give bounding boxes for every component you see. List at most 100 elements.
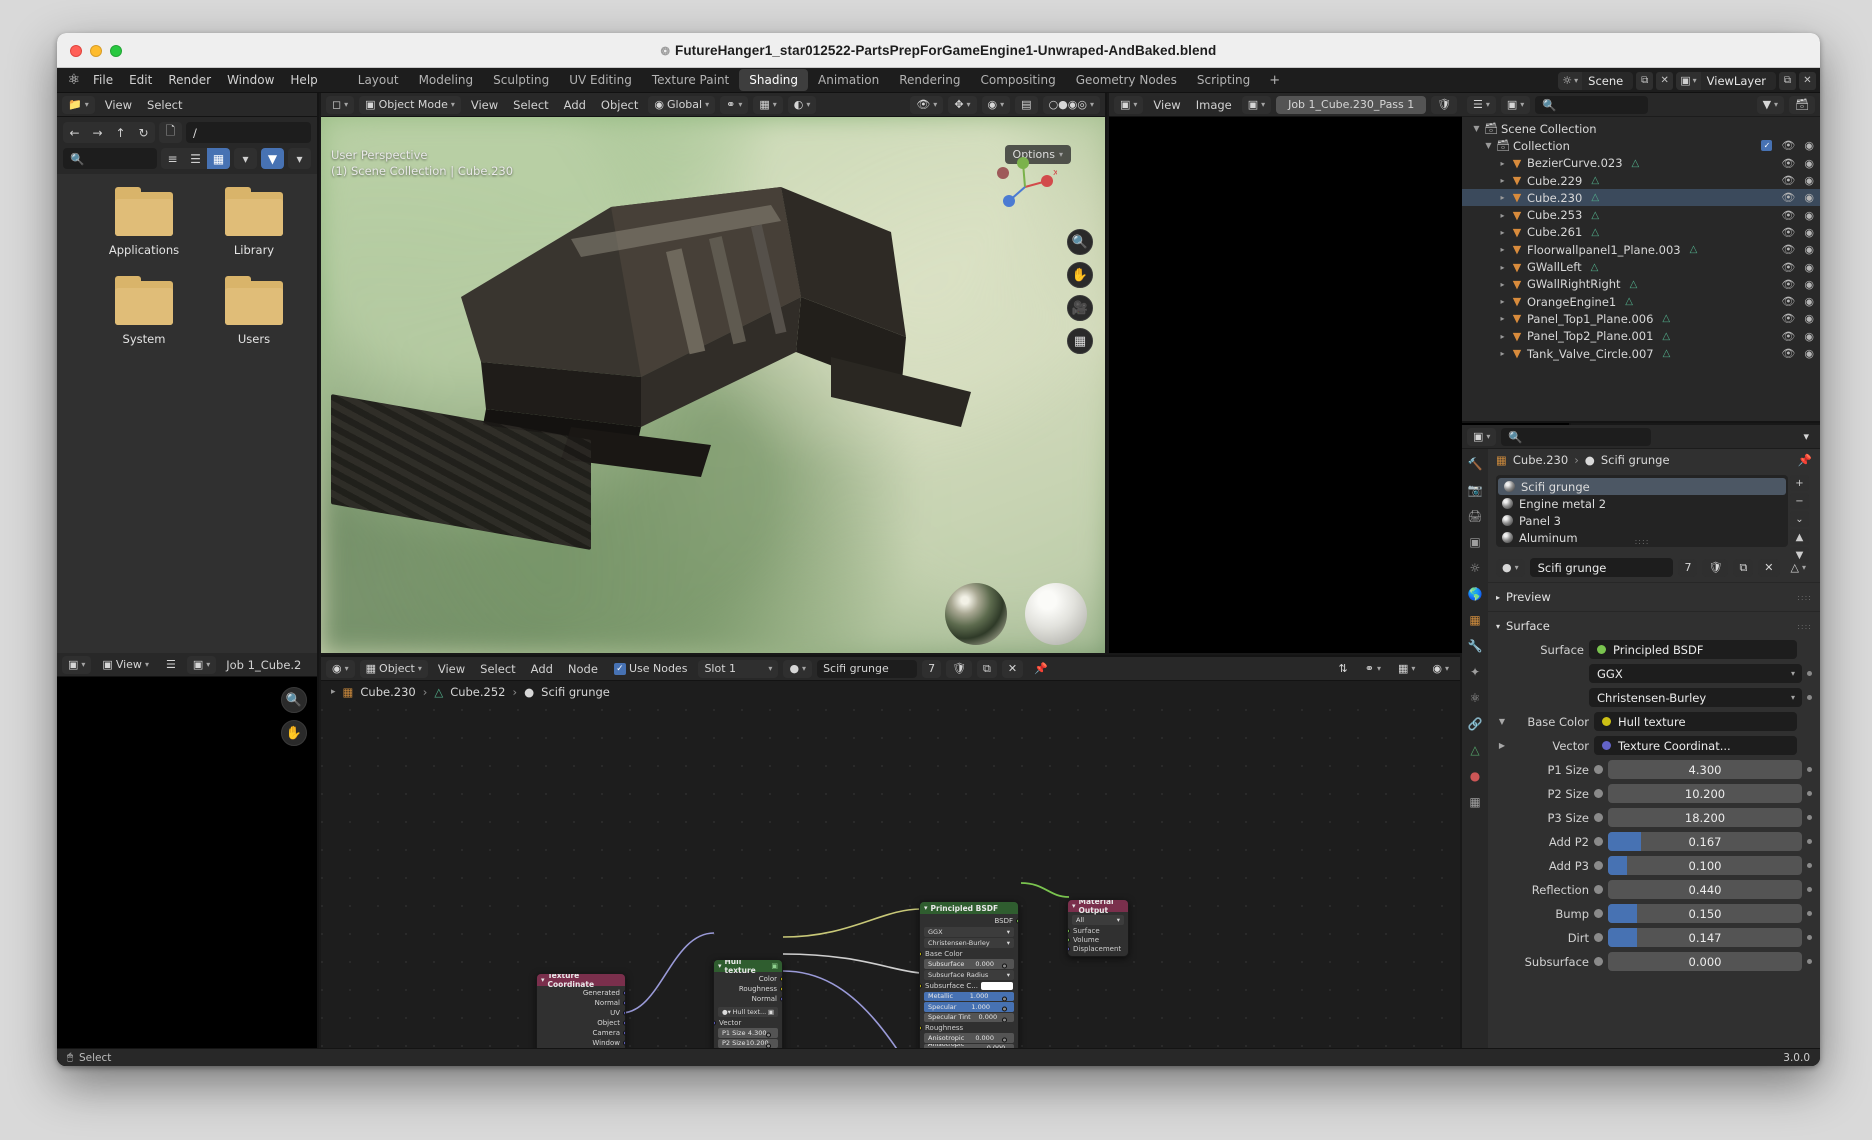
image-editor-center-menu-view[interactable]: View bbox=[1148, 98, 1185, 112]
viewport-shading-modes[interactable]: ○●◉◎ ▾ bbox=[1042, 95, 1100, 114]
property-value-slider[interactable]: 10.200 bbox=[1608, 784, 1802, 803]
socket-icon[interactable] bbox=[623, 1020, 625, 1026]
node-material-users[interactable]: 7 bbox=[922, 659, 942, 678]
mesh-data-icon[interactable]: △ bbox=[1662, 331, 1670, 342]
expand-triangle-icon[interactable]: ▼ bbox=[1470, 124, 1483, 133]
node-output-window[interactable]: Window bbox=[537, 1038, 625, 1048]
node-output-normal[interactable]: Normal bbox=[714, 994, 782, 1004]
node-group-datablock[interactable]: ●▾ Hull text... ▣ bbox=[718, 1007, 778, 1017]
eye-icon[interactable]: 👁 bbox=[1781, 139, 1795, 152]
tab-particles[interactable]: ✦ bbox=[1470, 665, 1480, 679]
browse-material-icon[interactable]: ● ▾ bbox=[1496, 558, 1525, 577]
animate-property-dot[interactable] bbox=[1807, 767, 1812, 772]
node-input-dropdown[interactable]: Subsurface Radius ▾ bbox=[924, 969, 1014, 980]
pin-icon[interactable]: 📌 bbox=[1798, 453, 1812, 467]
socket-icon[interactable] bbox=[1002, 1037, 1007, 1043]
add-workspace-button[interactable]: + bbox=[1260, 70, 1289, 91]
panel-header-preview[interactable]: ▸ Preview :::: bbox=[1496, 587, 1812, 607]
node-input-field[interactable]: Metallic 1.000 bbox=[924, 991, 1014, 1001]
eye-icon[interactable]: 👁 bbox=[1781, 226, 1795, 239]
animate-property-dot[interactable] bbox=[1807, 863, 1812, 868]
eye-icon[interactable]: 👁 bbox=[1781, 243, 1795, 256]
socket-icon[interactable] bbox=[780, 986, 782, 992]
pan-hand-icon[interactable]: ✋ bbox=[281, 720, 307, 746]
eye-icon[interactable]: 👁 bbox=[1781, 174, 1795, 187]
node-output-generated[interactable]: Generated bbox=[537, 988, 625, 998]
input-socket-icon[interactable] bbox=[1594, 957, 1603, 966]
node-output-normal[interactable]: Normal bbox=[537, 998, 625, 1008]
node-menu-add[interactable]: Add bbox=[526, 662, 558, 676]
socket-icon[interactable] bbox=[765, 1032, 771, 1038]
socket-icon[interactable] bbox=[623, 1040, 625, 1046]
tab-render[interactable]: 📷 bbox=[1468, 483, 1483, 497]
node-breadcrumb-material[interactable]: Scifi grunge bbox=[541, 685, 610, 699]
socket-icon[interactable] bbox=[780, 976, 782, 982]
animate-property-dot[interactable] bbox=[1807, 911, 1812, 916]
socket-icon[interactable] bbox=[1001, 963, 1007, 969]
tab-physics[interactable]: ⚛ bbox=[1470, 691, 1481, 705]
eye-icon[interactable]: 👁 bbox=[1781, 191, 1795, 204]
material-slot-menu-button[interactable]: ⌄ bbox=[1790, 511, 1809, 527]
toggle-perspective-icon[interactable]: ▦ bbox=[1067, 328, 1093, 354]
camera-icon[interactable]: ◉ bbox=[1804, 330, 1814, 343]
viewport-gizmos-icon[interactable]: ✥ ▾ bbox=[948, 95, 977, 114]
expander-icon[interactable]: ▶ bbox=[1496, 741, 1508, 750]
thumbnails-icon[interactable]: ▦ bbox=[207, 148, 230, 169]
expand-triangle-icon[interactable]: ▸ bbox=[1496, 263, 1509, 272]
input-socket-icon[interactable] bbox=[1594, 885, 1603, 894]
breadcrumb-object[interactable]: Cube.230 bbox=[1513, 453, 1568, 467]
camera-icon[interactable]: ◉ bbox=[1804, 312, 1814, 325]
blender-logo-icon[interactable]: ⚛ bbox=[63, 73, 85, 87]
input-socket-icon[interactable] bbox=[1594, 909, 1603, 918]
viewlayer-selector[interactable]: ▣ ▾ ViewLayer bbox=[1676, 71, 1776, 90]
node-input-field[interactable]: Subsurface 0.000 bbox=[924, 959, 1014, 969]
tab-view-layer[interactable]: ▣ bbox=[1469, 535, 1480, 549]
outliner-row-object[interactable]: ▸ ▼ GWallRightRight △ 👁 ◉ bbox=[1462, 276, 1820, 293]
image-editor-left-image-browse[interactable]: ▣ ▾ bbox=[186, 655, 217, 674]
node-target-dropdown[interactable]: All ▾ bbox=[1072, 915, 1124, 925]
node-overlays-icon[interactable]: ◉ ▾ bbox=[1426, 660, 1455, 678]
input-socket-icon[interactable] bbox=[1594, 789, 1603, 798]
expand-triangle-icon[interactable]: ▼ bbox=[1482, 141, 1495, 150]
node-input-field[interactable]: Specular Tint 0.000 bbox=[924, 1012, 1014, 1022]
camera-view-icon[interactable]: 🎥 bbox=[1067, 295, 1093, 321]
use-nodes-checkbox[interactable]: ✓ Use Nodes bbox=[608, 660, 694, 678]
input-socket-icon[interactable] bbox=[1594, 813, 1603, 822]
color-swatch[interactable] bbox=[980, 981, 1013, 990]
property-value-slider[interactable]: 18.200 bbox=[1608, 808, 1802, 827]
material-slot-row[interactable]: Engine metal 2 bbox=[1496, 495, 1788, 512]
animate-property-dot[interactable] bbox=[1807, 887, 1812, 892]
node-output-roughness[interactable]: Roughness bbox=[714, 984, 782, 994]
viewport-menu-add[interactable]: Add bbox=[559, 98, 591, 112]
expand-triangle-icon[interactable]: ▸ bbox=[1496, 349, 1509, 358]
transform-orientation-selector[interactable]: ◉ Global ▾ bbox=[648, 95, 716, 114]
filter-icon[interactable]: ▼ bbox=[261, 148, 284, 169]
eye-icon[interactable]: 👁 bbox=[1781, 347, 1795, 360]
workspace-tab-sculpting[interactable]: Sculpting bbox=[483, 69, 559, 91]
duplicate-icon[interactable]: ⧉ bbox=[1733, 558, 1754, 577]
directory-path-input[interactable]: / bbox=[186, 122, 311, 143]
parent-directory-icon[interactable]: ↑ bbox=[109, 122, 132, 143]
editor-type-selector-image-left[interactable]: ▣ ▾ bbox=[62, 655, 92, 674]
workspace-tab-uv-editing[interactable]: UV Editing bbox=[559, 69, 642, 91]
distribution-dropdown[interactable]: GGX ▾ bbox=[1589, 664, 1802, 683]
eye-icon[interactable]: 👁 bbox=[1781, 261, 1795, 274]
outliner-row-object[interactable]: ▸ ▼ GWallLeft △ 👁 ◉ bbox=[1462, 258, 1820, 275]
outliner-row-object[interactable]: ▸ ▼ Cube.253 △ 👁 ◉ bbox=[1462, 206, 1820, 223]
input-socket-icon[interactable] bbox=[1594, 933, 1603, 942]
input-socket-icon[interactable] bbox=[1594, 765, 1603, 774]
image-editor-left-image-name[interactable]: Job 1_Cube.2 bbox=[221, 658, 306, 672]
expand-triangle-icon[interactable]: ▸ bbox=[1496, 228, 1509, 237]
animate-property-dot[interactable] bbox=[1807, 695, 1812, 700]
node-menu-node[interactable]: Node bbox=[563, 662, 603, 676]
tab-constraints[interactable]: 🔗 bbox=[1468, 717, 1483, 731]
node-header[interactable]: ▾ Hull texture ▣ bbox=[714, 960, 782, 975]
folder-item-users[interactable]: Users bbox=[199, 276, 309, 346]
tab-material[interactable]: ● bbox=[1470, 769, 1480, 783]
subsurface-method-dropdown[interactable]: Christensen-Burley ▾ bbox=[1589, 688, 1802, 707]
expand-triangle-icon[interactable]: ▸ bbox=[1496, 332, 1509, 341]
node-snap-toggle-icon[interactable]: ⇅ bbox=[1333, 660, 1354, 678]
expand-triangle-icon[interactable]: ▸ bbox=[1496, 314, 1509, 323]
property-value-slider[interactable]: 0.100 bbox=[1608, 856, 1802, 875]
animate-property-dot[interactable] bbox=[1807, 815, 1812, 820]
